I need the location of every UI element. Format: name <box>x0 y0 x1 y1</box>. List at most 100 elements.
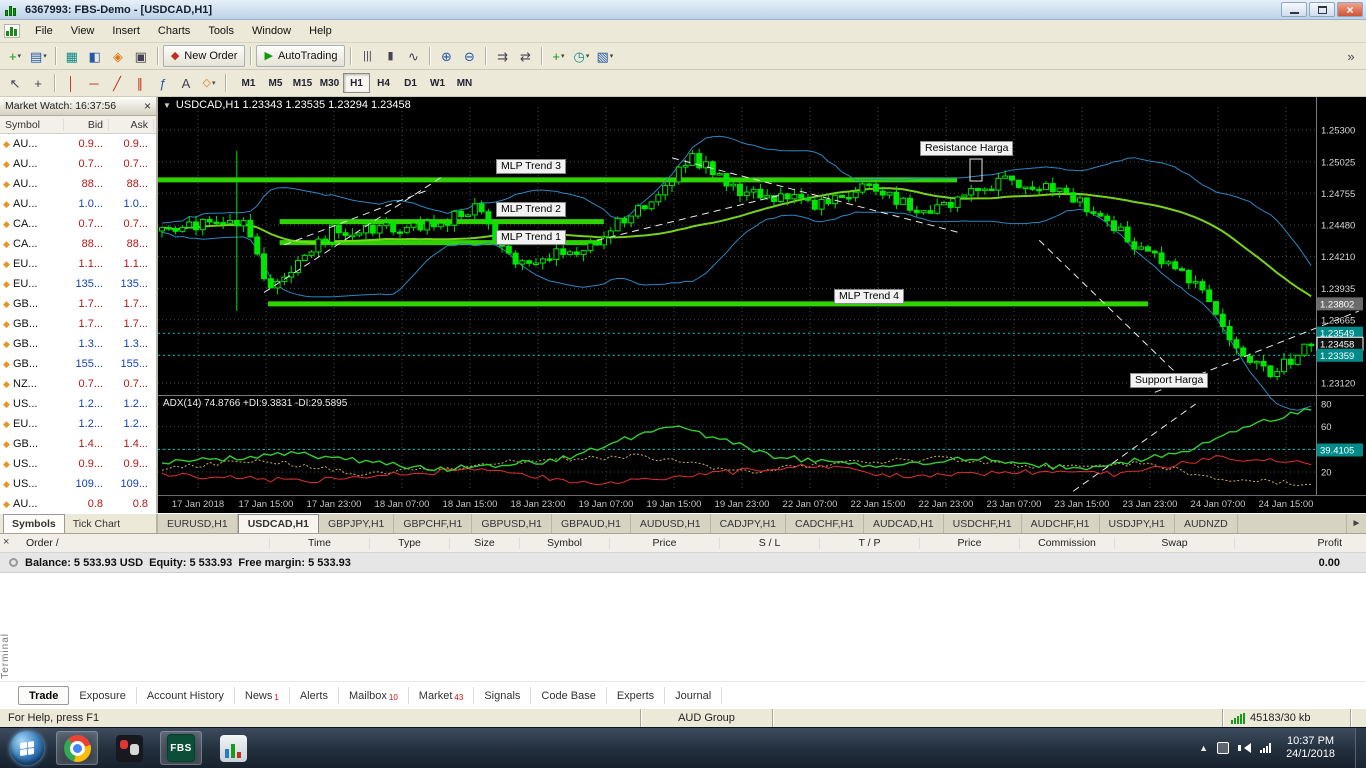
market-watch-row[interactable]: ◆ AU... 88... 88... <box>0 174 156 194</box>
chart-tab-audusdh1[interactable]: AUDUSD,H1 <box>630 514 711 533</box>
zoom-in-button[interactable]: ⊕ <box>435 45 457 67</box>
tab-scroll-right-button[interactable]: ► <box>1346 514 1366 533</box>
chart-tab-gbpaudh1[interactable]: GBPAUD,H1 <box>552 514 631 533</box>
terminal-column-6[interactable]: S / L <box>720 537 820 549</box>
collapse-triangle-icon[interactable]: ▼ <box>163 101 171 110</box>
terminal-column-3[interactable]: Size <box>450 537 520 549</box>
timeframe-h4-button[interactable]: H4 <box>370 73 397 93</box>
trendline-button[interactable]: ╱ <box>106 72 128 94</box>
market-watch-tab-tick-chart[interactable]: Tick Chart <box>65 514 128 533</box>
terminal-column-10[interactable]: Swap <box>1115 537 1235 549</box>
taskbar-chart-app-button[interactable] <box>212 731 254 765</box>
chart-tab-usdcadh1[interactable]: USDCAD,H1 <box>237 514 319 533</box>
terminal-tab-exposure[interactable]: Exposure <box>69 686 137 704</box>
cursor-button[interactable]: ↖ <box>4 72 26 94</box>
menu-charts[interactable]: Charts <box>149 22 199 40</box>
column-bid[interactable]: Bid <box>64 118 109 131</box>
market-watch-row[interactable]: ◆ GB... 1.7... 1.7... <box>0 314 156 334</box>
terminal-tab-alerts[interactable]: Alerts <box>290 686 339 704</box>
network-icon[interactable] <box>1260 743 1272 753</box>
terminal-column-2[interactable]: Type <box>370 537 450 549</box>
chart-tab-audchfh1[interactable]: AUDCHF,H1 <box>1021 514 1100 533</box>
terminal-tab-journal[interactable]: Journal <box>665 686 723 704</box>
autotrading-button[interactable]: ▶ AutoTrading <box>256 45 346 67</box>
market-watch-row[interactable]: ◆ GB... 155... 155... <box>0 354 156 374</box>
terminal-column-7[interactable]: T / P <box>820 537 920 549</box>
chart-tab-usdjpyh1[interactable]: USDJPY,H1 <box>1099 514 1175 533</box>
terminal-tab-signals[interactable]: Signals <box>474 686 532 704</box>
bar-chart-mode-button[interactable]: ||| <box>356 45 378 67</box>
time-axis[interactable]: 17 Jan 2018 17 Jan 15:00 17 Jan 23:00 18 Ja… <box>158 495 1366 513</box>
profiles-button[interactable]: ▤ ▾ <box>27 45 50 67</box>
horizontal-line-button[interactable]: ─ <box>83 72 105 94</box>
toolbar-overflow-button[interactable]: » <box>1340 45 1362 67</box>
market-watch-row[interactable]: ◆ AU... 1.0... 1.0... <box>0 194 156 214</box>
chart-shift-button[interactable]: ⇄ <box>514 45 536 67</box>
zoom-out-button[interactable]: ⊖ <box>458 45 480 67</box>
close-icon[interactable]: × <box>3 537 9 548</box>
data-window-toggle-button[interactable]: ◧ <box>84 45 106 67</box>
terminal-tab-account-history[interactable]: Account History <box>137 686 235 704</box>
start-button[interactable] <box>10 731 44 765</box>
menu-window[interactable]: Window <box>243 22 300 40</box>
market-watch-row[interactable]: ◆ CA... 88... 88... <box>0 234 156 254</box>
label-mlp-trend-3[interactable]: MLP Trend 3 <box>496 159 566 174</box>
timeframe-m5-button[interactable]: M5 <box>262 73 289 93</box>
terminal-toggle-button[interactable]: ▣ <box>130 45 152 67</box>
label-resistance[interactable]: Resistance Harga <box>920 141 1014 156</box>
menu-tools[interactable]: Tools <box>199 22 243 40</box>
timeframe-m15-button[interactable]: M15 <box>289 73 316 93</box>
label-mlp-trend-2[interactable]: MLP Trend 2 <box>496 202 566 217</box>
timeframe-h1-button[interactable]: H1 <box>343 73 370 93</box>
chart-tab-gbpchfh1[interactable]: GBPCHF,H1 <box>394 514 473 533</box>
terminal-column-5[interactable]: Price <box>610 537 720 549</box>
indicators-button[interactable]: + ▾ <box>547 45 569 67</box>
chart-tab-cadchfh1[interactable]: CADCHF,H1 <box>786 514 864 533</box>
taskbar-chrome-button[interactable] <box>56 731 98 765</box>
market-watch-row[interactable]: ◆ GB... 1.7... 1.7... <box>0 294 156 314</box>
market-watch-row[interactable]: ◆ US... 0.9... 0.9... <box>0 454 156 474</box>
label-mlp-trend-1[interactable]: MLP Trend 1 <box>496 230 566 245</box>
close-icon[interactable]: × <box>144 100 151 112</box>
market-watch-row[interactable]: ◆ CA... 0.7... 0.7... <box>0 214 156 234</box>
terminal-tab-market[interactable]: Market 43 <box>409 686 475 704</box>
taskbar-clock[interactable]: 10:37 PM 24/1/2018 <box>1280 735 1341 761</box>
arrows-tool-button[interactable]: ◇ ▾ <box>198 72 220 94</box>
price-chart-canvas[interactable]: 1.25300 1.25025 1.24755 1.24480 1.24210 1.239… <box>158 97 1364 495</box>
terminal-tab-trade[interactable]: Trade <box>18 685 70 705</box>
terminal-tab-news[interactable]: News 1 <box>235 686 290 704</box>
terminal-tab-code-base[interactable]: Code Base <box>531 686 607 704</box>
channel-button[interactable]: ∥ <box>129 72 151 94</box>
label-support[interactable]: Support Harga <box>1130 373 1209 388</box>
balance-row[interactable]: Balance: 5 533.93 USD Equity: 5 533.93 F… <box>0 553 1366 573</box>
chart-tab-usdchfh1[interactable]: USDCHF,H1 <box>943 514 1022 533</box>
terminal-column-0[interactable]: Order / <box>14 537 270 549</box>
market-watch-row[interactable]: ◆ EU... 135... 135... <box>0 274 156 294</box>
candlestick-mode-button[interactable]: ▮ <box>379 45 401 67</box>
templates-button[interactable]: ▧ ▾ <box>593 45 616 67</box>
column-symbol[interactable]: Symbol <box>0 118 64 131</box>
market-watch-row[interactable]: ◆ GB... 1.3... 1.3... <box>0 334 156 354</box>
timeframe-m1-button[interactable]: M1 <box>235 73 262 93</box>
tray-flag-icon[interactable] <box>1217 742 1230 754</box>
chart-system-menu-icon[interactable] <box>4 24 20 38</box>
terminal-column-9[interactable]: Commission <box>1020 537 1115 549</box>
chart-tab-cadjpyh1[interactable]: CADJPY,H1 <box>710 514 787 533</box>
crosshair-button[interactable]: + <box>27 72 49 94</box>
market-watch-toggle-button[interactable]: ▦ <box>61 45 83 67</box>
new-order-button[interactable]: ◆ New Order <box>162 45 246 67</box>
auto-scroll-button[interactable]: ⇉ <box>491 45 513 67</box>
market-watch-row[interactable]: ◆ NZ... 0.7... 0.7... <box>0 374 156 394</box>
timeframe-mn-button[interactable]: MN <box>451 73 478 93</box>
text-tool-button[interactable]: A <box>175 72 197 94</box>
market-watch-row[interactable]: ◆ EU... 1.2... 1.2... <box>0 414 156 434</box>
terminal-tab-experts[interactable]: Experts <box>607 686 666 704</box>
market-watch-row[interactable]: ◆ AU... 0.9... 0.9... <box>0 134 156 154</box>
taskbar-app-button[interactable] <box>108 731 150 765</box>
periods-button[interactable]: ◷ ▾ <box>570 45 592 67</box>
label-mlp-trend-4[interactable]: MLP Trend 4 <box>834 289 904 304</box>
column-ask[interactable]: Ask <box>109 118 154 131</box>
menu-view[interactable]: View <box>62 22 104 40</box>
market-watch-row[interactable]: ◆ AU... 0.7... 0.7... <box>0 154 156 174</box>
chart-tab-audnzd[interactable]: AUDNZD <box>1174 514 1238 533</box>
